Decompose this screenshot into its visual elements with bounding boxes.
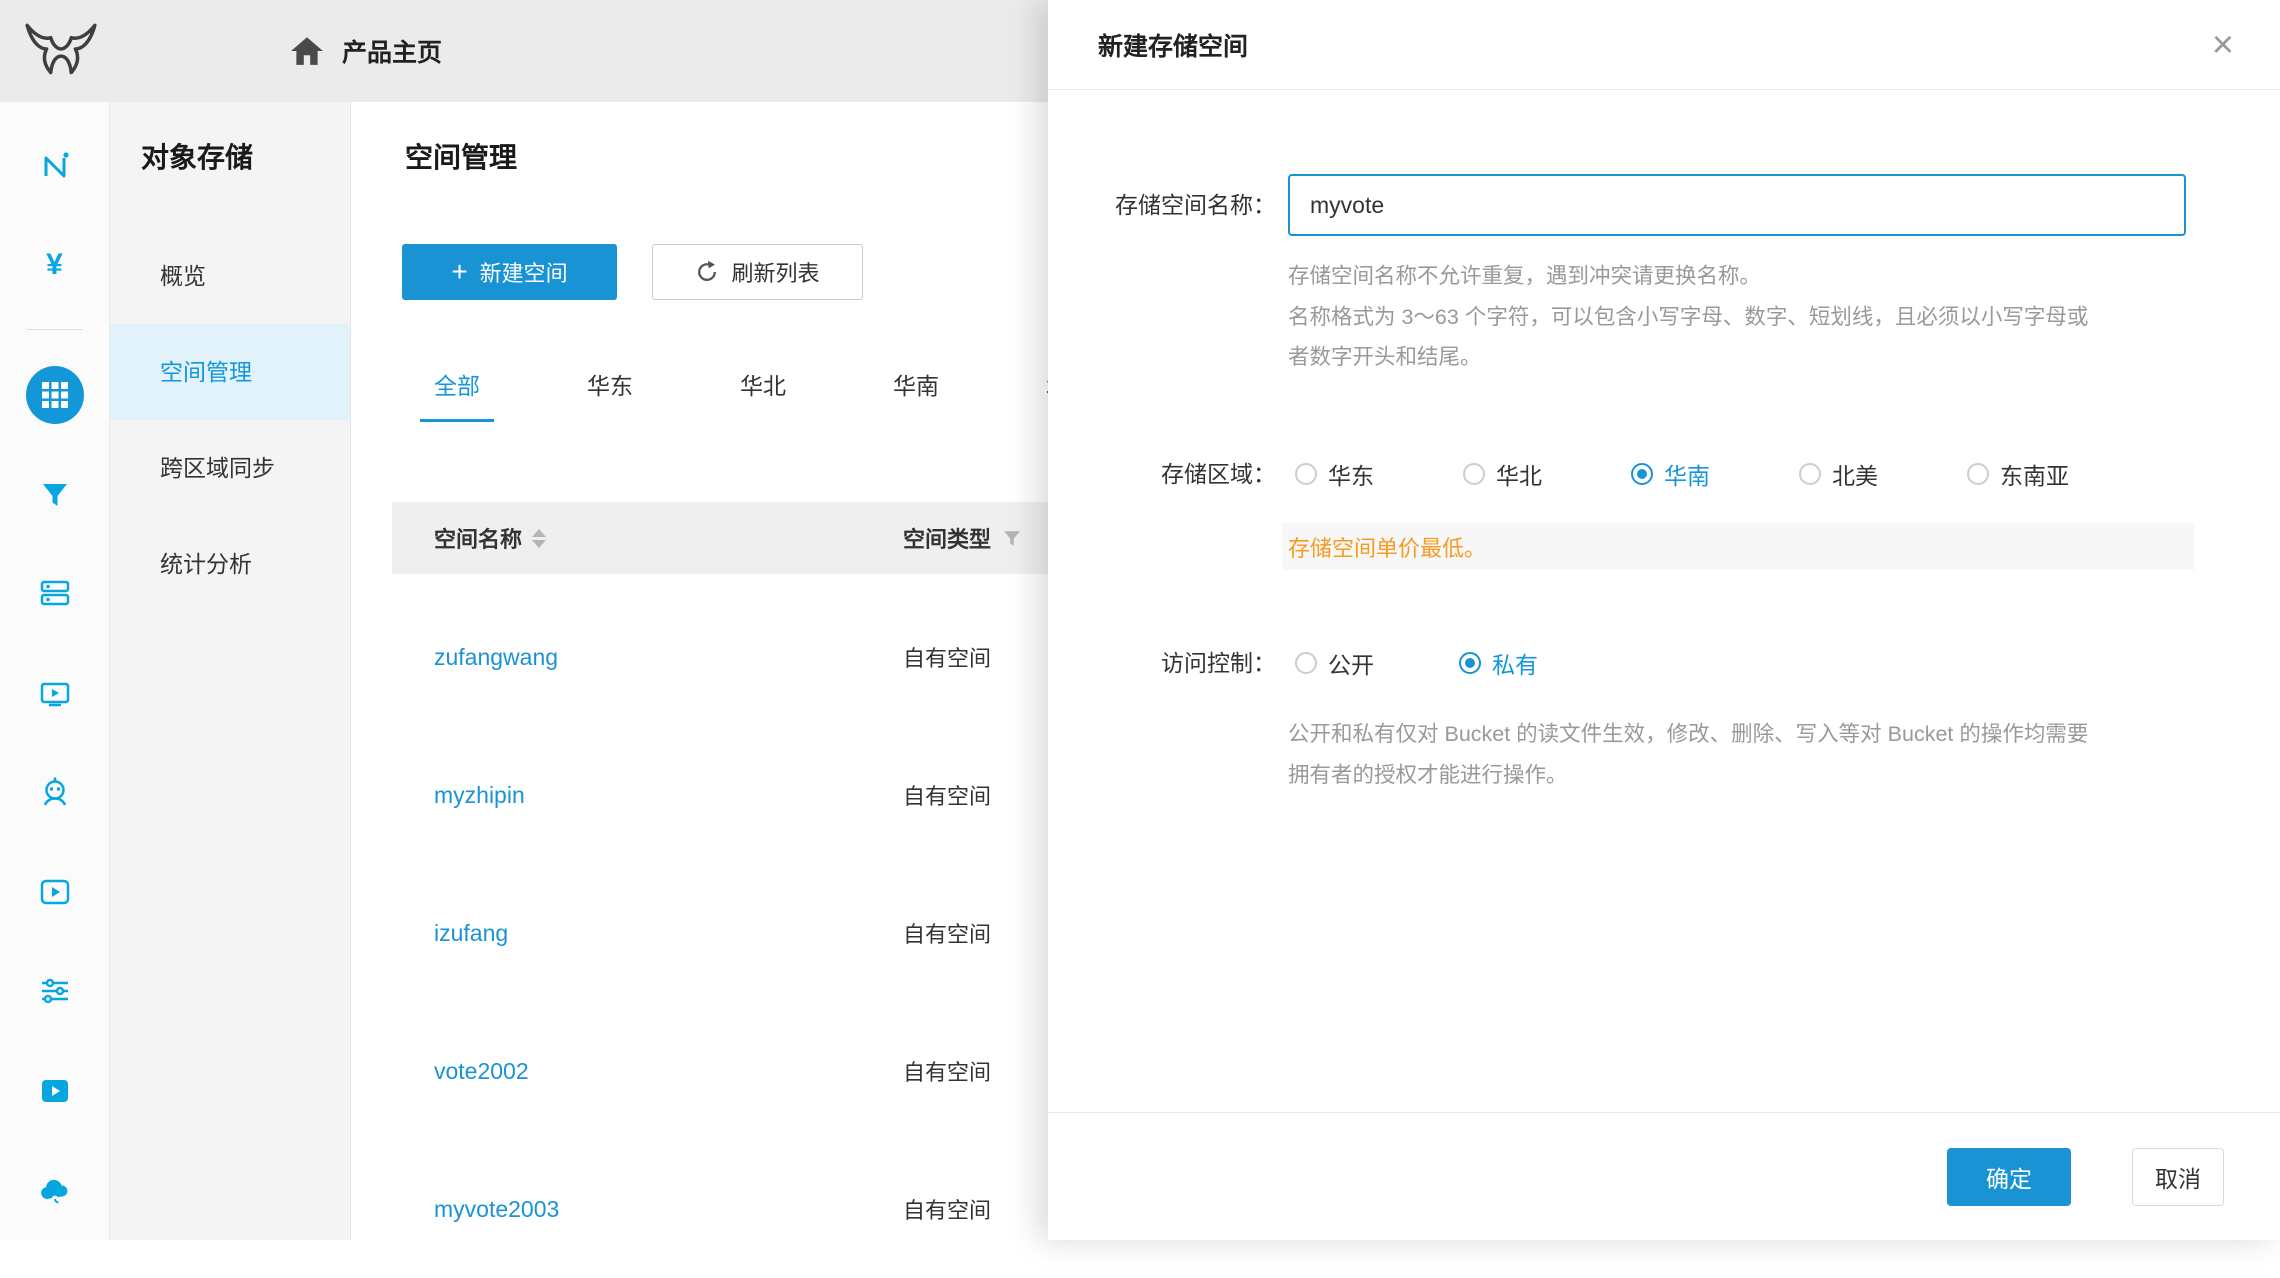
object-storage-sidebar: 对象存储 概览 空间管理 跨区域同步 统计分析 bbox=[110, 102, 351, 1240]
tab-north-china[interactable]: 华北 bbox=[726, 354, 800, 422]
cancel-button[interactable]: 取消 bbox=[2132, 1148, 2224, 1206]
tab-all[interactable]: 全部 bbox=[420, 354, 494, 422]
bucket-name-link[interactable]: myzhipin bbox=[434, 726, 525, 864]
column-space-type: 空间类型 bbox=[903, 522, 991, 554]
radio-icon[interactable] bbox=[1295, 463, 1317, 485]
tab-east-china[interactable]: 华东 bbox=[573, 354, 647, 422]
region-option-east[interactable]: 华东 bbox=[1295, 457, 1374, 491]
region-option-north[interactable]: 华北 bbox=[1463, 457, 1542, 491]
finance-icon[interactable]: ¥ bbox=[0, 215, 109, 314]
radio-checked-icon[interactable] bbox=[1631, 463, 1653, 485]
tv-play-icon[interactable] bbox=[0, 643, 109, 742]
region-price-note: 存储空间单价最低。 bbox=[1282, 523, 2194, 570]
product-rail: ¥ bbox=[0, 102, 110, 1240]
bucket-type: 自有空间 bbox=[903, 864, 991, 1002]
refresh-icon bbox=[695, 260, 731, 284]
tab-south-china[interactable]: 华南 bbox=[879, 354, 953, 422]
sliders-icon[interactable] bbox=[0, 942, 109, 1041]
bucket-type: 自有空间 bbox=[903, 1140, 991, 1278]
region-label: 存储区域： bbox=[1048, 448, 1276, 500]
sidebar-item-overview[interactable]: 概览 bbox=[110, 228, 350, 324]
server-icon[interactable] bbox=[0, 544, 109, 643]
bucket-name-link[interactable]: vote2002 bbox=[434, 1002, 529, 1140]
drawer-footer: 确定 取消 bbox=[1048, 1112, 2280, 1240]
region-options: 华东 华北 华南 北美 东南亚 bbox=[1295, 448, 2069, 500]
bucket-name-input[interactable] bbox=[1288, 174, 2186, 236]
bucket-type: 自有空间 bbox=[903, 588, 991, 726]
cloud-icon[interactable] bbox=[0, 1141, 109, 1240]
drawer-title: 新建存储空间 bbox=[1098, 27, 1248, 63]
access-help: 公开和私有仅对 Bucket 的读文件生效，修改、删除、写入等对 Bucket … bbox=[1288, 714, 2088, 795]
bucket-name-link[interactable]: zufangwang bbox=[434, 588, 558, 726]
radio-icon[interactable] bbox=[1967, 463, 1989, 485]
streaming-funnel-icon[interactable] bbox=[0, 444, 109, 543]
robot-icon[interactable] bbox=[0, 743, 109, 842]
player-icon[interactable] bbox=[0, 842, 109, 941]
radio-checked-icon[interactable] bbox=[1459, 652, 1481, 674]
qiniu-logo-icon[interactable] bbox=[22, 22, 100, 80]
region-option-south[interactable]: 华南 bbox=[1631, 457, 1710, 491]
filter-icon[interactable] bbox=[1003, 530, 1021, 547]
radio-icon[interactable] bbox=[1463, 463, 1485, 485]
radio-icon[interactable] bbox=[1799, 463, 1821, 485]
region-option-north-america[interactable]: 北美 bbox=[1799, 457, 1878, 491]
access-options: 公开 私有 bbox=[1295, 637, 1538, 689]
object-storage-icon[interactable] bbox=[0, 345, 109, 444]
bucket-name-help: 存储空间名称不允许重复，遇到冲突请更换名称。 名称格式为 3～63 个字符，可以… bbox=[1288, 256, 2088, 378]
bucket-type: 自有空间 bbox=[903, 726, 991, 864]
bucket-name-link[interactable]: izufang bbox=[434, 864, 508, 1002]
sidebar-item-space-management[interactable]: 空间管理 bbox=[110, 324, 350, 420]
product-home-label[interactable]: 产品主页 bbox=[342, 33, 442, 69]
video-icon[interactable] bbox=[0, 1041, 109, 1140]
home-icon[interactable] bbox=[290, 35, 324, 67]
rail-divider bbox=[27, 315, 83, 345]
bucket-name-label: 存储空间名称： bbox=[1048, 174, 1276, 236]
plus-icon: + bbox=[451, 258, 467, 286]
access-option-public[interactable]: 公开 bbox=[1295, 646, 1374, 680]
sidebar-title: 对象存储 bbox=[110, 102, 350, 174]
region-option-southeast-asia[interactable]: 东南亚 bbox=[1967, 457, 2069, 491]
access-label: 访问控制： bbox=[1048, 637, 1276, 689]
sidebar-item-cross-region-sync[interactable]: 跨区域同步 bbox=[110, 420, 350, 516]
radio-icon[interactable] bbox=[1295, 652, 1317, 674]
n-product-icon[interactable] bbox=[0, 116, 109, 215]
bucket-name-link[interactable]: myvote2003 bbox=[434, 1140, 559, 1278]
access-option-private[interactable]: 私有 bbox=[1459, 646, 1538, 680]
close-icon[interactable]: × bbox=[2212, 26, 2234, 64]
page-title: 空间管理 bbox=[405, 142, 517, 174]
confirm-button[interactable]: 确定 bbox=[1947, 1148, 2071, 1206]
create-bucket-drawer: 新建存储空间 × 存储空间名称： 存储空间名称不允许重复，遇到冲突请更换名称。 … bbox=[1048, 0, 2280, 1240]
refresh-list-button[interactable]: 刷新列表 bbox=[652, 244, 863, 300]
create-space-button[interactable]: + 新建空间 bbox=[402, 244, 617, 300]
sort-icon[interactable] bbox=[532, 529, 546, 548]
column-space-name: 空间名称 bbox=[434, 522, 522, 554]
bucket-type: 自有空间 bbox=[903, 1002, 991, 1140]
sidebar-item-statistics[interactable]: 统计分析 bbox=[110, 516, 350, 612]
